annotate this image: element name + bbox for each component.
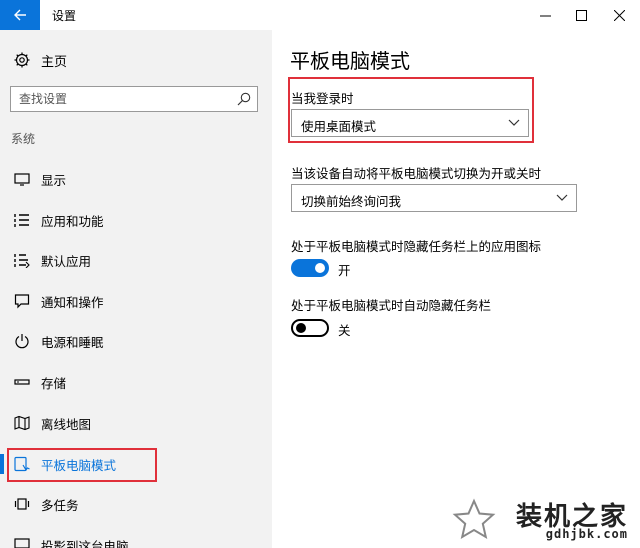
active-indicator	[0, 454, 4, 474]
switch-dropdown[interactable]: 切换前始终询问我	[291, 184, 577, 212]
apps-list-icon	[14, 214, 29, 227]
switch-label: 当该设备自动将平板电脑模式切换为开或关时	[291, 166, 542, 181]
display-icon	[14, 173, 30, 186]
minimize-icon	[539, 15, 551, 16]
title-bar: 设置	[0, 0, 640, 30]
signin-dropdown[interactable]: 使用桌面模式	[291, 109, 529, 137]
hide-taskbar-label: 处于平板电脑模式时自动隐藏任务栏	[291, 298, 492, 313]
sidebar-item-storage[interactable]: 存储	[0, 362, 272, 402]
hide-icons-state: 开	[338, 263, 351, 278]
maximize-button[interactable]	[560, 0, 602, 30]
back-button[interactable]	[0, 0, 40, 30]
default-apps-icon	[14, 254, 30, 268]
sidebar-item-display[interactable]: 显示	[0, 159, 272, 199]
multitask-icon	[14, 498, 30, 510]
sidebar: 主页 系统 显示 应用和功能 默认应用 通知和操作 电源和睡眠 存储 离线地图	[0, 30, 272, 548]
signin-dropdown-value: 使用桌面模式	[301, 119, 377, 134]
star-logo-icon	[452, 498, 496, 540]
sidebar-item-multitask[interactable]: 多任务	[0, 484, 272, 524]
sidebar-item-apps[interactable]: 应用和功能	[0, 200, 272, 240]
gear-icon	[14, 52, 30, 68]
search-input[interactable]	[19, 91, 229, 107]
sidebar-item-project[interactable]: 投影到这台电脑	[0, 525, 272, 548]
watermark: 装机之家 gdhjbk.com	[452, 494, 632, 544]
close-button[interactable]	[598, 0, 640, 30]
hide-taskbar-toggle[interactable]	[291, 319, 329, 337]
sidebar-home[interactable]: 主页	[0, 48, 272, 72]
storage-icon	[14, 379, 30, 385]
sidebar-item-default-apps[interactable]: 默认应用	[0, 240, 272, 280]
map-icon	[14, 415, 30, 431]
toggle-knob	[315, 263, 325, 273]
highlight-box-tablet-mode	[7, 448, 157, 482]
main-panel: 平板电脑模式 当我登录时 使用桌面模式 当该设备自动将平板电脑模式切换为开或关时…	[272, 30, 640, 548]
section-label-system: 系统	[11, 132, 36, 146]
watermark-url: gdhjbk.com	[545, 527, 628, 541]
sidebar-item-power[interactable]: 电源和睡眠	[0, 321, 272, 361]
maximize-icon	[575, 9, 587, 21]
signin-label: 当我登录时	[291, 91, 354, 106]
search-box[interactable]	[10, 86, 258, 112]
window-title: 设置	[52, 9, 77, 23]
hide-taskbar-state: 关	[338, 323, 351, 338]
sidebar-item-offline-maps[interactable]: 离线地图	[0, 403, 272, 443]
chevron-down-icon	[508, 119, 520, 126]
hide-icons-toggle[interactable]	[291, 259, 329, 277]
search-icon[interactable]	[237, 92, 251, 106]
chevron-down-icon	[556, 194, 568, 201]
project-icon	[14, 538, 30, 548]
arrow-left-icon	[14, 9, 26, 21]
hide-icons-label: 处于平板电脑模式时隐藏任务栏上的应用图标	[291, 239, 542, 254]
notification-icon	[14, 294, 30, 309]
switch-dropdown-value: 切换前始终询问我	[301, 194, 402, 209]
sidebar-item-notifications[interactable]: 通知和操作	[0, 281, 272, 321]
sidebar-home-label: 主页	[41, 55, 68, 70]
close-icon	[613, 9, 625, 21]
toggle-knob	[296, 323, 306, 333]
power-icon	[15, 334, 29, 349]
page-title: 平板电脑模式	[290, 49, 410, 73]
